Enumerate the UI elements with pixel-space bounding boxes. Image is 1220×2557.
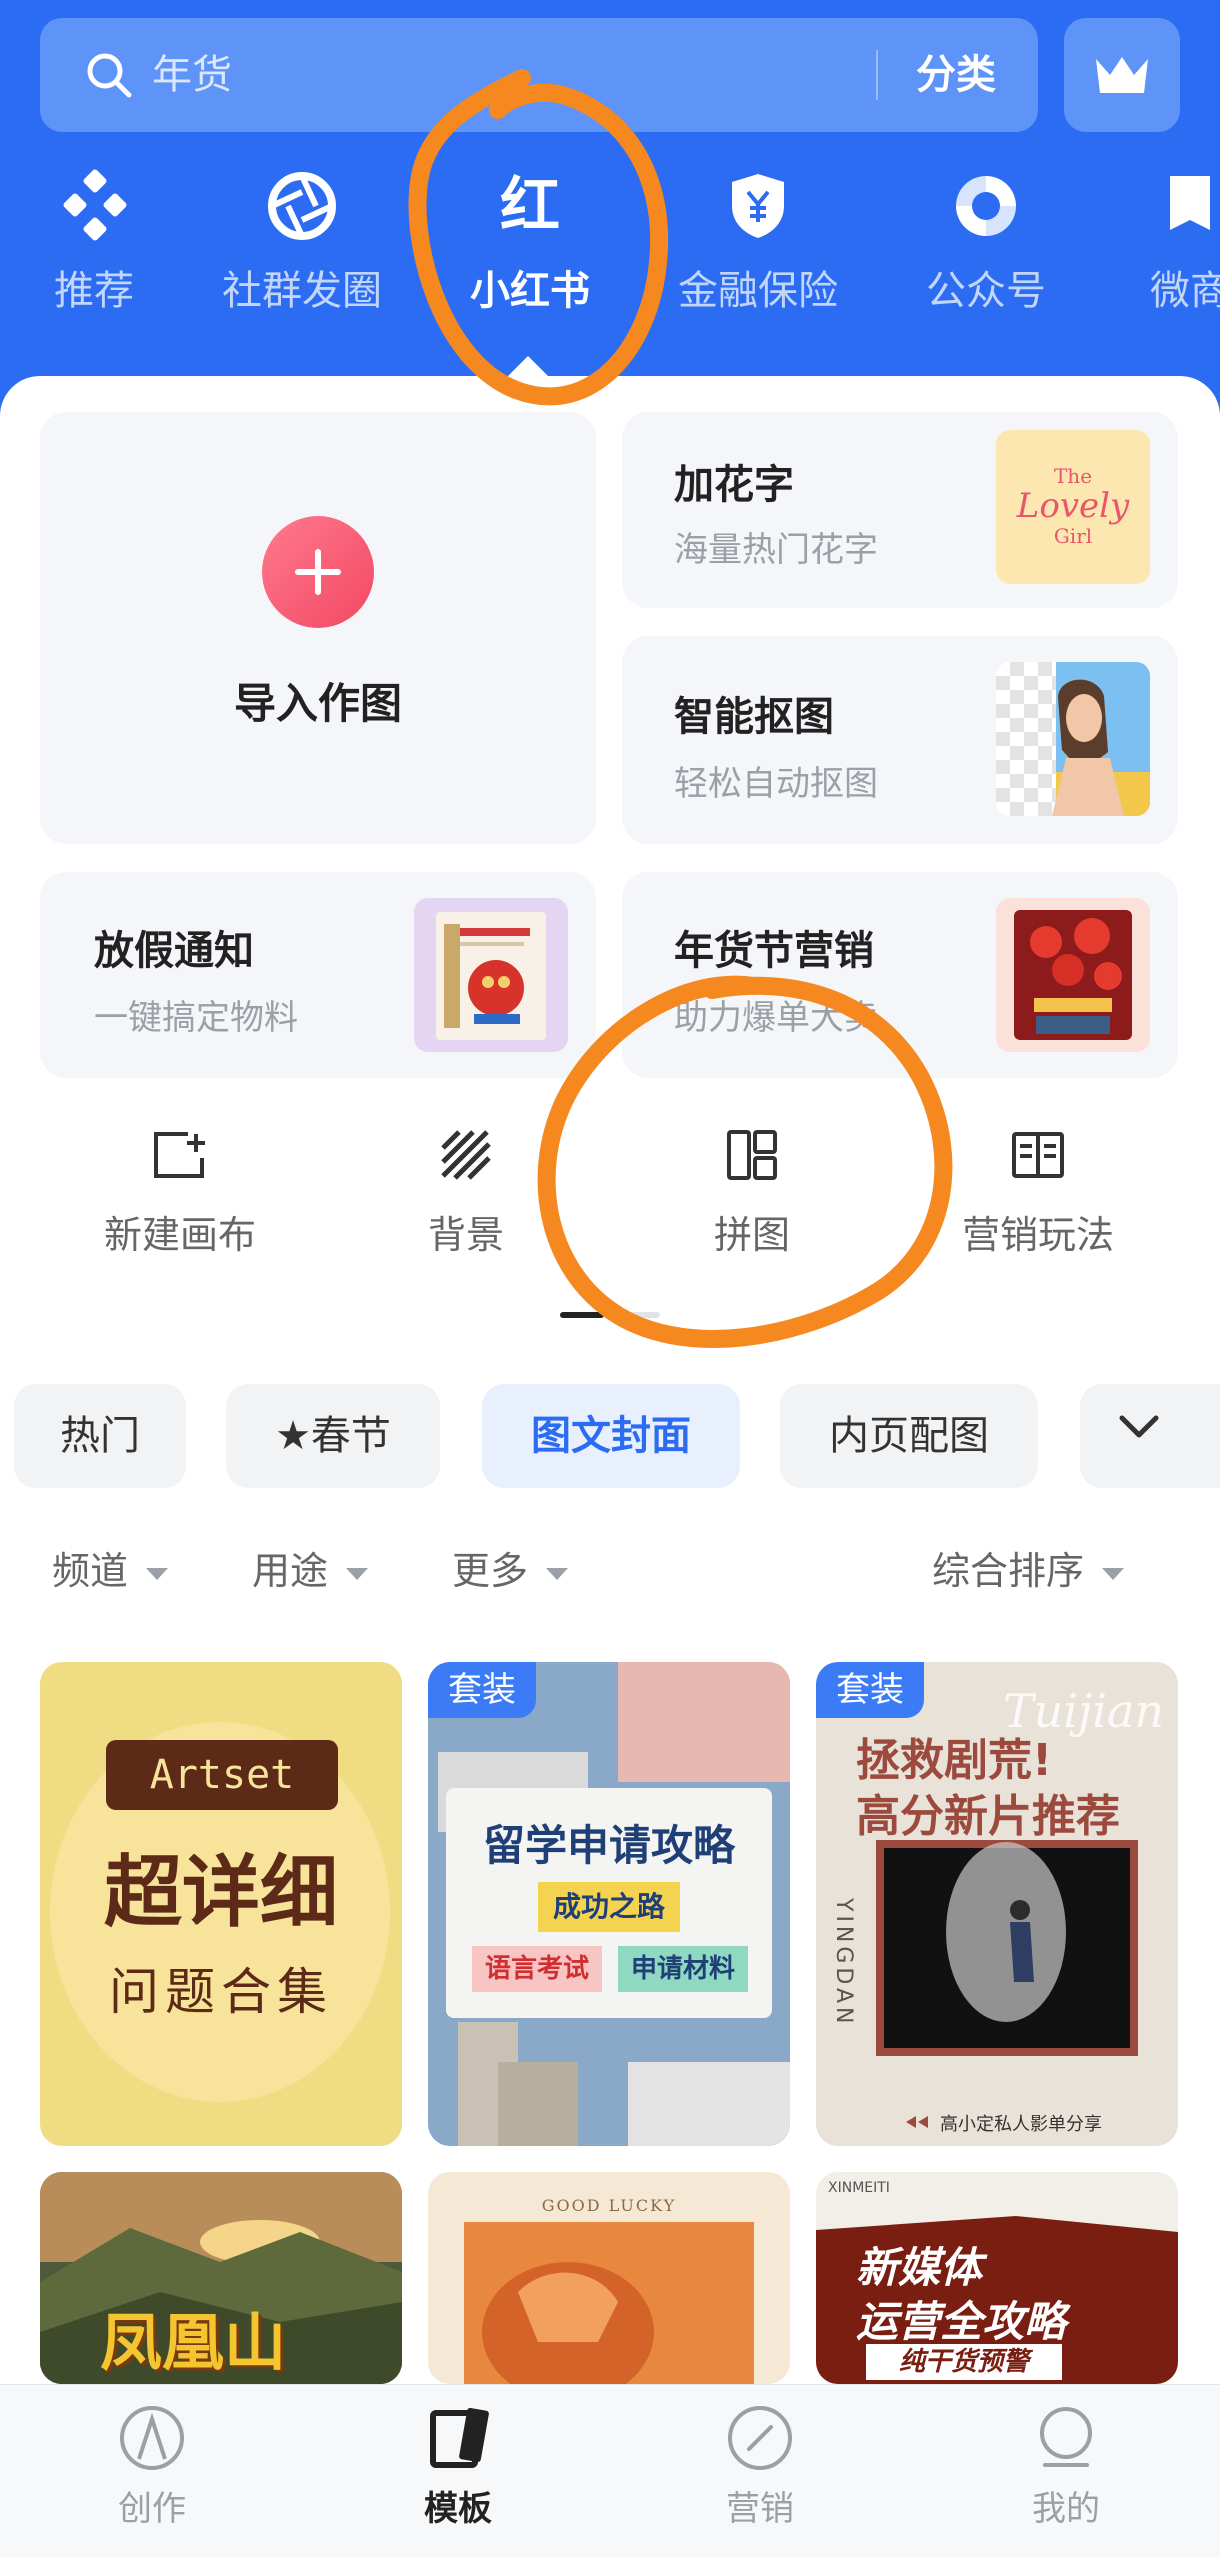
new-year-thumb	[996, 898, 1150, 1052]
smart-cutout-title: 智能抠图	[674, 694, 834, 740]
cutout-thumb	[996, 662, 1150, 816]
tab-finance-insurance[interactable]: 金融保险	[658, 168, 858, 316]
add-button[interactable]	[262, 516, 374, 628]
collage-icon	[727, 1130, 777, 1180]
nav-marketing[interactable]: 营销	[660, 2385, 860, 2530]
search-icon	[87, 53, 132, 98]
dropdown-arrow-icon	[346, 1567, 369, 1580]
template-card[interactable]: 套装 Tuijian 拯救剧荒! 高分新片推荐 YINGDAN 高小定私人影单分…	[816, 1662, 1178, 2146]
bag-icon	[1170, 176, 1210, 230]
chip-spring-festival[interactable]: ★春节	[226, 1384, 440, 1488]
new-canvas-button[interactable]: 新建画布	[70, 1128, 290, 1259]
filter-usage[interactable]: 用途	[252, 1540, 369, 1595]
filter-channel[interactable]: 频道	[52, 1540, 169, 1595]
create-icon	[120, 2406, 184, 2470]
page-indicator	[560, 1312, 660, 1318]
template-card[interactable]: XINMEITI 新媒体 运营全攻略 纯干货预警	[816, 2172, 1178, 2384]
holiday-notice-thumb	[414, 898, 568, 1052]
vip-crown-button[interactable]	[1064, 18, 1180, 132]
smart-cutout-sub: 轻松自动抠图	[674, 764, 878, 804]
fancy-text-sub: 海量热门花字	[674, 530, 878, 570]
template-card[interactable]: 凤凰山	[40, 2172, 402, 2384]
filter-more[interactable]: 更多	[452, 1540, 569, 1595]
book-icon	[1012, 1132, 1064, 1178]
import-card[interactable]	[40, 412, 596, 844]
nav-profile[interactable]: 我的	[966, 2385, 1166, 2530]
template-card[interactable]: 套装 留学申请攻略 成功之路 语言考试 申请材料	[428, 1662, 790, 2146]
set-badge: 套装	[428, 1662, 536, 1718]
dropdown-arrow-icon	[546, 1567, 569, 1580]
new-year-marketing-title: 年货节营销	[674, 928, 874, 974]
active-tab-indicator	[506, 356, 550, 378]
template-card[interactable]: GOOD LUCKY	[428, 2172, 790, 2384]
template-card[interactable]: Artset 超详细 问题合集	[40, 1662, 402, 2146]
fancy-text-title: 加花字	[674, 462, 794, 508]
chevron-down-icon[interactable]	[1116, 1412, 1162, 1442]
chip-hot[interactable]: 热门	[14, 1384, 186, 1488]
diamond-cluster-icon	[63, 169, 127, 241]
nav-create[interactable]: 创作	[52, 2385, 252, 2530]
tab-recommend[interactable]: 推荐	[0, 168, 194, 316]
bottom-navigation: 创作 模板 营销 我的	[0, 2384, 1220, 2557]
new-year-marketing-sub: 助力爆单大卖	[674, 998, 878, 1038]
filter-sort[interactable]: 综合排序	[932, 1540, 1125, 1595]
tab-official-account[interactable]: 公众号	[886, 168, 1086, 316]
yuan-shield-icon	[732, 174, 784, 238]
plus-icon	[295, 549, 341, 595]
holiday-notice-title: 放假通知	[94, 928, 254, 974]
template-icon	[430, 2407, 489, 2468]
tab-wechat-business[interactable]: 微商	[1090, 168, 1220, 316]
xiaohongshu-icon: 红	[500, 171, 560, 241]
marketing-icon	[728, 2406, 792, 2470]
search-placeholder[interactable]: 年货	[152, 18, 232, 132]
chip-inner-image[interactable]: 内页配图	[780, 1384, 1038, 1488]
category-button[interactable]: 分类	[916, 18, 996, 132]
swirl-icon	[956, 176, 1016, 236]
stripes-icon	[441, 1130, 491, 1180]
collage-button[interactable]: 拼图	[642, 1128, 862, 1259]
category-tabs: 推荐 社群发圈 红 小红书 金融保险 公众号 微商	[0, 168, 1220, 338]
background-button[interactable]: 背景	[356, 1128, 576, 1259]
tab-xiaohongshu[interactable]: 红 小红书	[430, 168, 630, 316]
nav-template[interactable]: 模板	[358, 2385, 558, 2530]
tab-community[interactable]: 社群发圈	[202, 168, 402, 316]
new-canvas-icon	[154, 1132, 205, 1178]
chip-cover[interactable]: 图文封面	[482, 1384, 740, 1488]
dropdown-arrow-icon	[1102, 1567, 1125, 1580]
dropdown-arrow-icon	[146, 1567, 169, 1580]
aperture-icon	[268, 172, 336, 240]
search-bar[interactable]: 年货 分类	[40, 18, 1038, 132]
search-divider	[876, 50, 878, 100]
top-header: 年货 分类 推荐 社群发圈 红 小红书 金融保险 公众号 微商	[0, 0, 1220, 430]
crown-icon	[1096, 57, 1148, 93]
fancy-text-thumb: The Lovely Girl	[996, 430, 1150, 584]
import-label: 导入作图	[233, 679, 402, 728]
holiday-notice-sub: 一键搞定物料	[94, 998, 298, 1038]
marketing-play-button[interactable]: 营销玩法	[928, 1128, 1148, 1259]
profile-icon	[1040, 2407, 1092, 2467]
